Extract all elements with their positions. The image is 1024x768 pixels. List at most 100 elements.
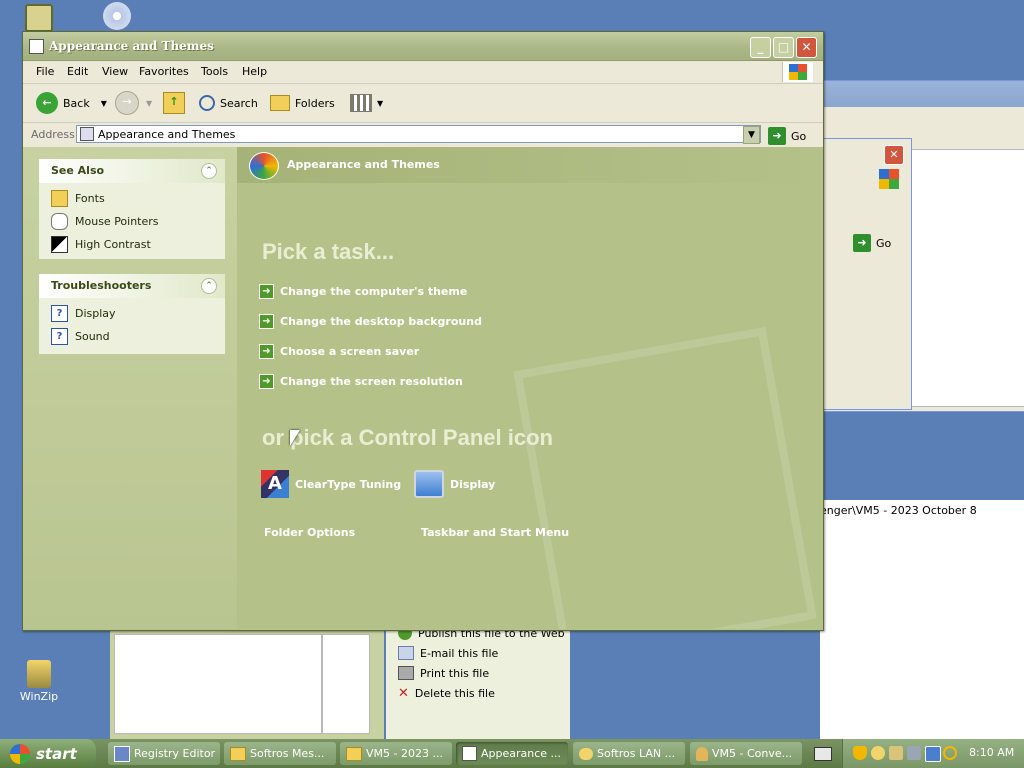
- taskbar-start-menu-link[interactable]: Taskbar and Start Menu: [421, 526, 569, 539]
- keyboard-icon[interactable]: [814, 747, 832, 761]
- see-also-label: High Contrast: [75, 238, 151, 251]
- control-panel-icon: [462, 746, 477, 761]
- troubleshooter-display-link[interactable]: ? Display: [39, 302, 225, 325]
- winzip-icon: [27, 660, 51, 688]
- appearance-and-themes-window[interactable]: Appearance and Themes _ □ ✕ File Edit Vi…: [22, 31, 824, 631]
- folders-button[interactable]: Folders: [270, 90, 335, 116]
- address-input[interactable]: Appearance and Themes: [76, 125, 761, 143]
- go-arrow-icon: ➜: [768, 127, 786, 145]
- views-icon: [350, 94, 372, 112]
- see-also-header[interactable]: See Also ⌃: [39, 159, 225, 183]
- menu-file[interactable]: File: [36, 65, 54, 78]
- search-icon[interactable]: [943, 746, 957, 760]
- troubleshooters-header[interactable]: Troubleshooters ⌃: [39, 274, 225, 298]
- chat-icon[interactable]: [871, 746, 885, 760]
- task-screen-resolution[interactable]: ➜ Change the screen resolution: [259, 374, 463, 389]
- start-button[interactable]: start: [0, 739, 96, 768]
- menu-view[interactable]: View: [102, 65, 128, 78]
- mouse-icon: [51, 213, 68, 230]
- close-icon[interactable]: ✕: [884, 145, 904, 165]
- see-also-mouse-pointers-link[interactable]: Mouse Pointers: [39, 210, 225, 233]
- task-screen-saver[interactable]: ➜ Choose a screen saver: [259, 344, 419, 359]
- go-button[interactable]: ➜ Go: [768, 127, 806, 145]
- troubleshooter-label: Display: [75, 307, 116, 320]
- app-icon: [25, 4, 53, 32]
- taskbar-button-appearance[interactable]: Appearance ...: [456, 742, 568, 765]
- minimize-button[interactable]: _: [750, 37, 771, 58]
- see-also-high-contrast-link[interactable]: High Contrast: [39, 233, 225, 256]
- task-label: Change the screen resolution: [280, 375, 463, 388]
- background-window-3[interactable]: enger\VM5 - 2023 October 8: [820, 500, 1024, 739]
- monitor-icon[interactable]: [925, 746, 941, 762]
- help-icon: ?: [51, 328, 68, 345]
- troubleshooters-title: Troubleshooters: [51, 279, 152, 292]
- taskbar-button-softros-lan[interactable]: Softros LAN ...: [573, 742, 685, 765]
- content-area: Appearance and Themes Pick a task... ➜ C…: [237, 147, 823, 629]
- menu-favorites[interactable]: Favorites: [139, 65, 189, 78]
- desktop-icon-winzip[interactable]: WinZip: [4, 660, 74, 703]
- task-change-theme[interactable]: ➜ Change the computer's theme: [259, 284, 467, 299]
- collapse-chevron-icon[interactable]: ⌃: [201, 163, 217, 179]
- views-button[interactable]: ▼: [350, 90, 383, 116]
- title-bar[interactable]: Appearance and Themes _ □ ✕: [23, 32, 823, 61]
- see-also-title: See Also: [51, 164, 105, 177]
- cp-icon-label: Taskbar and Start Menu: [421, 526, 570, 539]
- taskbar-button-vm5-converter[interactable]: VM5 - Conve...: [690, 742, 802, 765]
- background-window-4[interactable]: [110, 628, 384, 739]
- address-dropdown-button[interactable]: ▼: [743, 126, 760, 144]
- taskbar-button-vm5-2023[interactable]: VM5 - 2023 ...: [340, 742, 452, 765]
- cp-icon-label: Display: [450, 477, 496, 491]
- checkmark-watermark: [513, 327, 817, 629]
- folder-options-link[interactable]: Folder Options: [264, 526, 355, 539]
- network-icon[interactable]: [907, 746, 921, 760]
- taskbar-button-label: Softros Mes...: [250, 747, 325, 760]
- display-icon-link[interactable]: Display: [414, 470, 495, 498]
- maximize-button[interactable]: □: [773, 37, 794, 58]
- file-task-delete[interactable]: ✕ Delete this file: [398, 686, 495, 701]
- taskbar-button-registry-editor[interactable]: Registry Editor: [108, 742, 220, 765]
- display-icon: [414, 470, 444, 498]
- troubleshooter-label: Sound: [75, 330, 110, 343]
- task-change-background[interactable]: ➜ Change the desktop background: [259, 314, 482, 329]
- window-title: Appearance and Themes: [49, 39, 214, 53]
- arrow-right-icon: ➜: [259, 314, 274, 329]
- file-task-print[interactable]: Print this file: [398, 666, 489, 680]
- dropdown-arrow-icon[interactable]: ▼: [101, 99, 107, 108]
- go-label: Go: [791, 129, 807, 143]
- shield-icon[interactable]: [853, 746, 867, 760]
- palette-icon: [249, 152, 279, 180]
- address-bar: Address Appearance and Themes ▼ ➜ Go: [23, 123, 823, 148]
- menu-help[interactable]: Help: [242, 65, 267, 78]
- go-button[interactable]: ➜ Go: [853, 234, 891, 252]
- back-button[interactable]: ← Back ▼: [36, 90, 107, 116]
- category-title: Appearance and Themes: [287, 158, 440, 171]
- up-folder-button[interactable]: ↑: [163, 90, 185, 116]
- menu-tools[interactable]: Tools: [201, 65, 228, 78]
- file-task-email[interactable]: E-mail this file: [398, 646, 498, 660]
- forward-button[interactable]: → ▼: [115, 90, 152, 116]
- address-label: Address: [31, 128, 75, 141]
- background-window-2[interactable]: ✕ ➜ Go: [820, 138, 912, 410]
- folders-icon: [270, 95, 290, 111]
- winzip-label: WinZip: [19, 690, 59, 703]
- cleartype-tuning-icon-link[interactable]: A ClearType Tuning: [261, 470, 401, 498]
- see-also-label: Fonts: [75, 192, 105, 205]
- taskbar-button-softros-messenger[interactable]: Softros Mes...: [224, 742, 336, 765]
- troubleshooter-sound-link[interactable]: ? Sound: [39, 325, 225, 348]
- see-also-fonts-link[interactable]: Fonts: [39, 187, 225, 210]
- registry-icon: [114, 745, 130, 762]
- close-button[interactable]: ✕: [796, 37, 817, 58]
- taskbar: start Registry Editor Softros Mes... VM5…: [0, 739, 1024, 768]
- start-label: start: [36, 744, 77, 763]
- desktop-icon-top[interactable]: [4, 4, 74, 34]
- folders-label: Folders: [295, 96, 335, 110]
- collapse-chevron-icon[interactable]: ⌃: [201, 278, 217, 294]
- tray-app-icon[interactable]: [889, 746, 903, 760]
- search-button[interactable]: Search: [199, 90, 258, 116]
- menu-edit[interactable]: Edit: [67, 65, 88, 78]
- pick-task-heading: Pick a task...: [262, 239, 395, 264]
- email-icon: [398, 646, 414, 660]
- desktop-icon-cd[interactable]: [82, 2, 152, 32]
- back-label: Back: [63, 96, 90, 110]
- background-file-tasks[interactable]: Publish this file to the Web E-mail this…: [386, 624, 570, 739]
